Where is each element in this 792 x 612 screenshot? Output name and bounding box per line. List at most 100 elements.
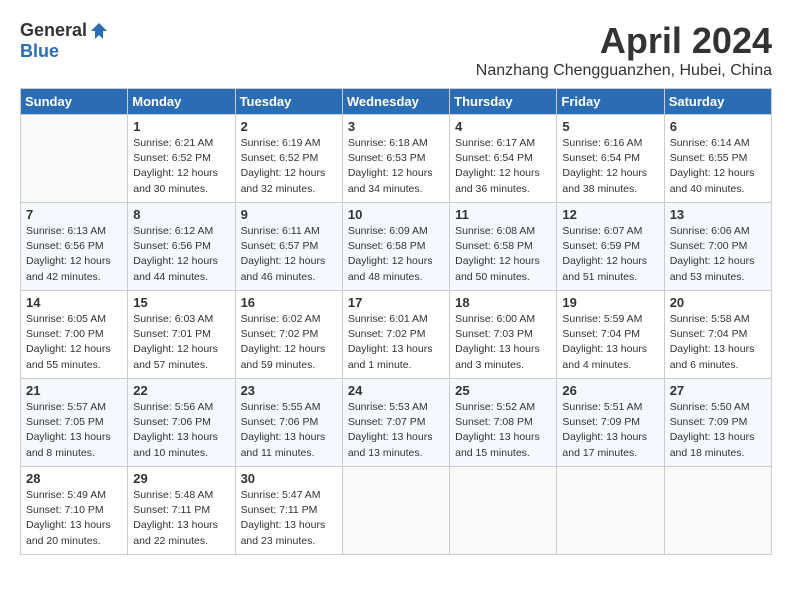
cell-info: Sunrise: 6:14 AMSunset: 6:55 PMDaylight:… [670, 136, 766, 197]
day-number: 24 [348, 383, 444, 398]
calendar-cell: 9 Sunrise: 6:11 AMSunset: 6:57 PMDaylight… [235, 203, 342, 291]
weekday-header: Monday [128, 89, 235, 115]
weekday-header: Thursday [450, 89, 557, 115]
title-block: April 2024 Nanzhang Chengguanzhen, Hubei… [476, 20, 772, 80]
cell-info: Sunrise: 5:52 AMSunset: 7:08 PMDaylight:… [455, 400, 551, 461]
month-title: April 2024 [476, 20, 772, 62]
calendar-cell: 1 Sunrise: 6:21 AMSunset: 6:52 PMDaylight… [128, 115, 235, 203]
day-number: 14 [26, 295, 122, 310]
day-number: 11 [455, 207, 551, 222]
calendar-cell: 6 Sunrise: 6:14 AMSunset: 6:55 PMDaylight… [664, 115, 771, 203]
cell-info: Sunrise: 6:13 AMSunset: 6:56 PMDaylight:… [26, 224, 122, 285]
cell-info: Sunrise: 6:02 AMSunset: 7:02 PMDaylight:… [241, 312, 337, 373]
calendar-cell [664, 467, 771, 555]
cell-info: Sunrise: 5:48 AMSunset: 7:11 PMDaylight:… [133, 488, 229, 549]
logo-icon [89, 21, 109, 41]
cell-info: Sunrise: 5:51 AMSunset: 7:09 PMDaylight:… [562, 400, 658, 461]
cell-info: Sunrise: 6:05 AMSunset: 7:00 PMDaylight:… [26, 312, 122, 373]
cell-info: Sunrise: 5:50 AMSunset: 7:09 PMDaylight:… [670, 400, 766, 461]
day-number: 22 [133, 383, 229, 398]
cell-info: Sunrise: 6:08 AMSunset: 6:58 PMDaylight:… [455, 224, 551, 285]
logo-blue-text: Blue [20, 41, 59, 62]
calendar-cell [342, 467, 449, 555]
weekday-header: Saturday [664, 89, 771, 115]
cell-info: Sunrise: 6:16 AMSunset: 6:54 PMDaylight:… [562, 136, 658, 197]
cell-info: Sunrise: 5:49 AMSunset: 7:10 PMDaylight:… [26, 488, 122, 549]
weekday-header: Sunday [21, 89, 128, 115]
weekday-header: Tuesday [235, 89, 342, 115]
cell-info: Sunrise: 6:09 AMSunset: 6:58 PMDaylight:… [348, 224, 444, 285]
day-number: 21 [26, 383, 122, 398]
cell-info: Sunrise: 5:53 AMSunset: 7:07 PMDaylight:… [348, 400, 444, 461]
calendar-cell: 28 Sunrise: 5:49 AMSunset: 7:10 PMDayligh… [21, 467, 128, 555]
calendar-cell: 23 Sunrise: 5:55 AMSunset: 7:06 PMDayligh… [235, 379, 342, 467]
calendar-header-row: SundayMondayTuesdayWednesdayThursdayFrid… [21, 89, 772, 115]
day-number: 16 [241, 295, 337, 310]
cell-info: Sunrise: 6:01 AMSunset: 7:02 PMDaylight:… [348, 312, 444, 373]
calendar-cell: 16 Sunrise: 6:02 AMSunset: 7:02 PMDayligh… [235, 291, 342, 379]
calendar-cell: 17 Sunrise: 6:01 AMSunset: 7:02 PMDayligh… [342, 291, 449, 379]
logo: General Blue [20, 20, 109, 62]
calendar-cell: 5 Sunrise: 6:16 AMSunset: 6:54 PMDaylight… [557, 115, 664, 203]
day-number: 29 [133, 471, 229, 486]
calendar-week-row: 21 Sunrise: 5:57 AMSunset: 7:05 PMDayligh… [21, 379, 772, 467]
calendar-week-row: 1 Sunrise: 6:21 AMSunset: 6:52 PMDaylight… [21, 115, 772, 203]
day-number: 27 [670, 383, 766, 398]
cell-info: Sunrise: 5:57 AMSunset: 7:05 PMDaylight:… [26, 400, 122, 461]
location-title: Nanzhang Chengguanzhen, Hubei, China [476, 62, 772, 80]
calendar-cell: 2Sunrise: 6:19 AMSunset: 6:52 PMDaylight… [235, 115, 342, 203]
calendar-cell: 7Sunrise: 6:13 AMSunset: 6:56 PMDaylight… [21, 203, 128, 291]
day-number: 20 [670, 295, 766, 310]
day-number: 1 [133, 119, 229, 134]
calendar-cell: 15Sunrise: 6:03 AMSunset: 7:01 PMDayligh… [128, 291, 235, 379]
day-number: 5 [562, 119, 658, 134]
day-number: 19 [562, 295, 658, 310]
cell-info: Sunrise: 5:58 AMSunset: 7:04 PMDaylight:… [670, 312, 766, 373]
calendar-cell: 27 Sunrise: 5:50 AMSunset: 7:09 PMDayligh… [664, 379, 771, 467]
calendar-cell: 19 Sunrise: 5:59 AMSunset: 7:04 PMDayligh… [557, 291, 664, 379]
day-number: 17 [348, 295, 444, 310]
calendar-cell: 8 Sunrise: 6:12 AMSunset: 6:56 PMDaylight… [128, 203, 235, 291]
day-number: 28 [26, 471, 122, 486]
calendar-cell [21, 115, 128, 203]
calendar-cell: 22 Sunrise: 5:56 AMSunset: 7:06 PMDayligh… [128, 379, 235, 467]
calendar-cell: 25 Sunrise: 5:52 AMSunset: 7:08 PMDayligh… [450, 379, 557, 467]
cell-info: Sunrise: 5:55 AMSunset: 7:06 PMDaylight:… [241, 400, 337, 461]
day-number: 13 [670, 207, 766, 222]
cell-info: Sunrise: 6:07 AMSunset: 6:59 PMDaylight:… [562, 224, 658, 285]
calendar-cell: 29 Sunrise: 5:48 AMSunset: 7:11 PMDayligh… [128, 467, 235, 555]
day-number: 8 [133, 207, 229, 222]
calendar-cell: 24 Sunrise: 5:53 AMSunset: 7:07 PMDayligh… [342, 379, 449, 467]
calendar-cell: 3 Sunrise: 6:18 AMSunset: 6:53 PMDaylight… [342, 115, 449, 203]
day-number: 3 [348, 119, 444, 134]
day-number: 30 [241, 471, 337, 486]
day-number: 4 [455, 119, 551, 134]
cell-info: Sunrise: 6:12 AMSunset: 6:56 PMDaylight:… [133, 224, 229, 285]
calendar-cell: 12Sunrise: 6:07 AMSunset: 6:59 PMDayligh… [557, 203, 664, 291]
day-number: 23 [241, 383, 337, 398]
calendar-week-row: 28 Sunrise: 5:49 AMSunset: 7:10 PMDayligh… [21, 467, 772, 555]
calendar-cell: 13 Sunrise: 6:06 AMSunset: 7:00 PMDayligh… [664, 203, 771, 291]
calendar-cell: 4Sunrise: 6:17 AMSunset: 6:54 PMDaylight… [450, 115, 557, 203]
calendar-cell: 30 Sunrise: 5:47 AMSunset: 7:11 PMDayligh… [235, 467, 342, 555]
calendar-cell: 14 Sunrise: 6:05 AMSunset: 7:00 PMDayligh… [21, 291, 128, 379]
cell-info: Sunrise: 5:59 AMSunset: 7:04 PMDaylight:… [562, 312, 658, 373]
calendar-cell: 18Sunrise: 6:00 AMSunset: 7:03 PMDayligh… [450, 291, 557, 379]
logo-general-text: General [20, 20, 87, 41]
cell-info: Sunrise: 6:11 AMSunset: 6:57 PMDaylight:… [241, 224, 337, 285]
calendar-week-row: 7Sunrise: 6:13 AMSunset: 6:56 PMDaylight… [21, 203, 772, 291]
calendar-cell: 11 Sunrise: 6:08 AMSunset: 6:58 PMDayligh… [450, 203, 557, 291]
day-number: 26 [562, 383, 658, 398]
calendar-week-row: 14 Sunrise: 6:05 AMSunset: 7:00 PMDayligh… [21, 291, 772, 379]
cell-info: Sunrise: 5:47 AMSunset: 7:11 PMDaylight:… [241, 488, 337, 549]
cell-info: Sunrise: 6:06 AMSunset: 7:00 PMDaylight:… [670, 224, 766, 285]
day-number: 6 [670, 119, 766, 134]
page-header: General Blue April 2024 Nanzhang Chenggu… [20, 20, 772, 80]
cell-info: Sunrise: 6:18 AMSunset: 6:53 PMDaylight:… [348, 136, 444, 197]
day-number: 9 [241, 207, 337, 222]
day-number: 25 [455, 383, 551, 398]
calendar-cell [557, 467, 664, 555]
cell-info: Sunrise: 5:56 AMSunset: 7:06 PMDaylight:… [133, 400, 229, 461]
cell-info: Sunrise: 6:21 AMSunset: 6:52 PMDaylight:… [133, 136, 229, 197]
calendar-cell: 21 Sunrise: 5:57 AMSunset: 7:05 PMDayligh… [21, 379, 128, 467]
